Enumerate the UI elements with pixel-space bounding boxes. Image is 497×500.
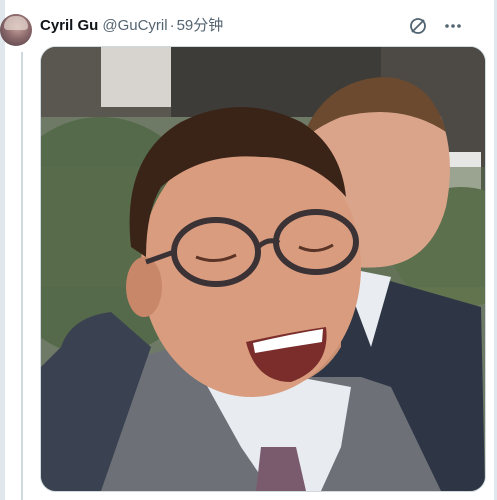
author-name[interactable]: Cyril Gu xyxy=(40,16,98,36)
thread-line xyxy=(21,52,23,500)
avatar[interactable] xyxy=(0,14,32,46)
tweet-time[interactable]: 59分钟 xyxy=(177,16,224,36)
author-handle[interactable]: @GuCyril xyxy=(102,16,167,36)
tweet-header: Cyril Gu @GuCyril · 59分钟 xyxy=(40,16,223,36)
more-dots-icon[interactable] xyxy=(443,16,463,36)
laughing-man-photo-icon xyxy=(41,47,485,491)
window-edge-left xyxy=(0,0,5,500)
grok-icon[interactable] xyxy=(407,15,429,37)
separator-dot: · xyxy=(169,17,175,34)
tweet-media-photo[interactable] xyxy=(40,46,486,492)
